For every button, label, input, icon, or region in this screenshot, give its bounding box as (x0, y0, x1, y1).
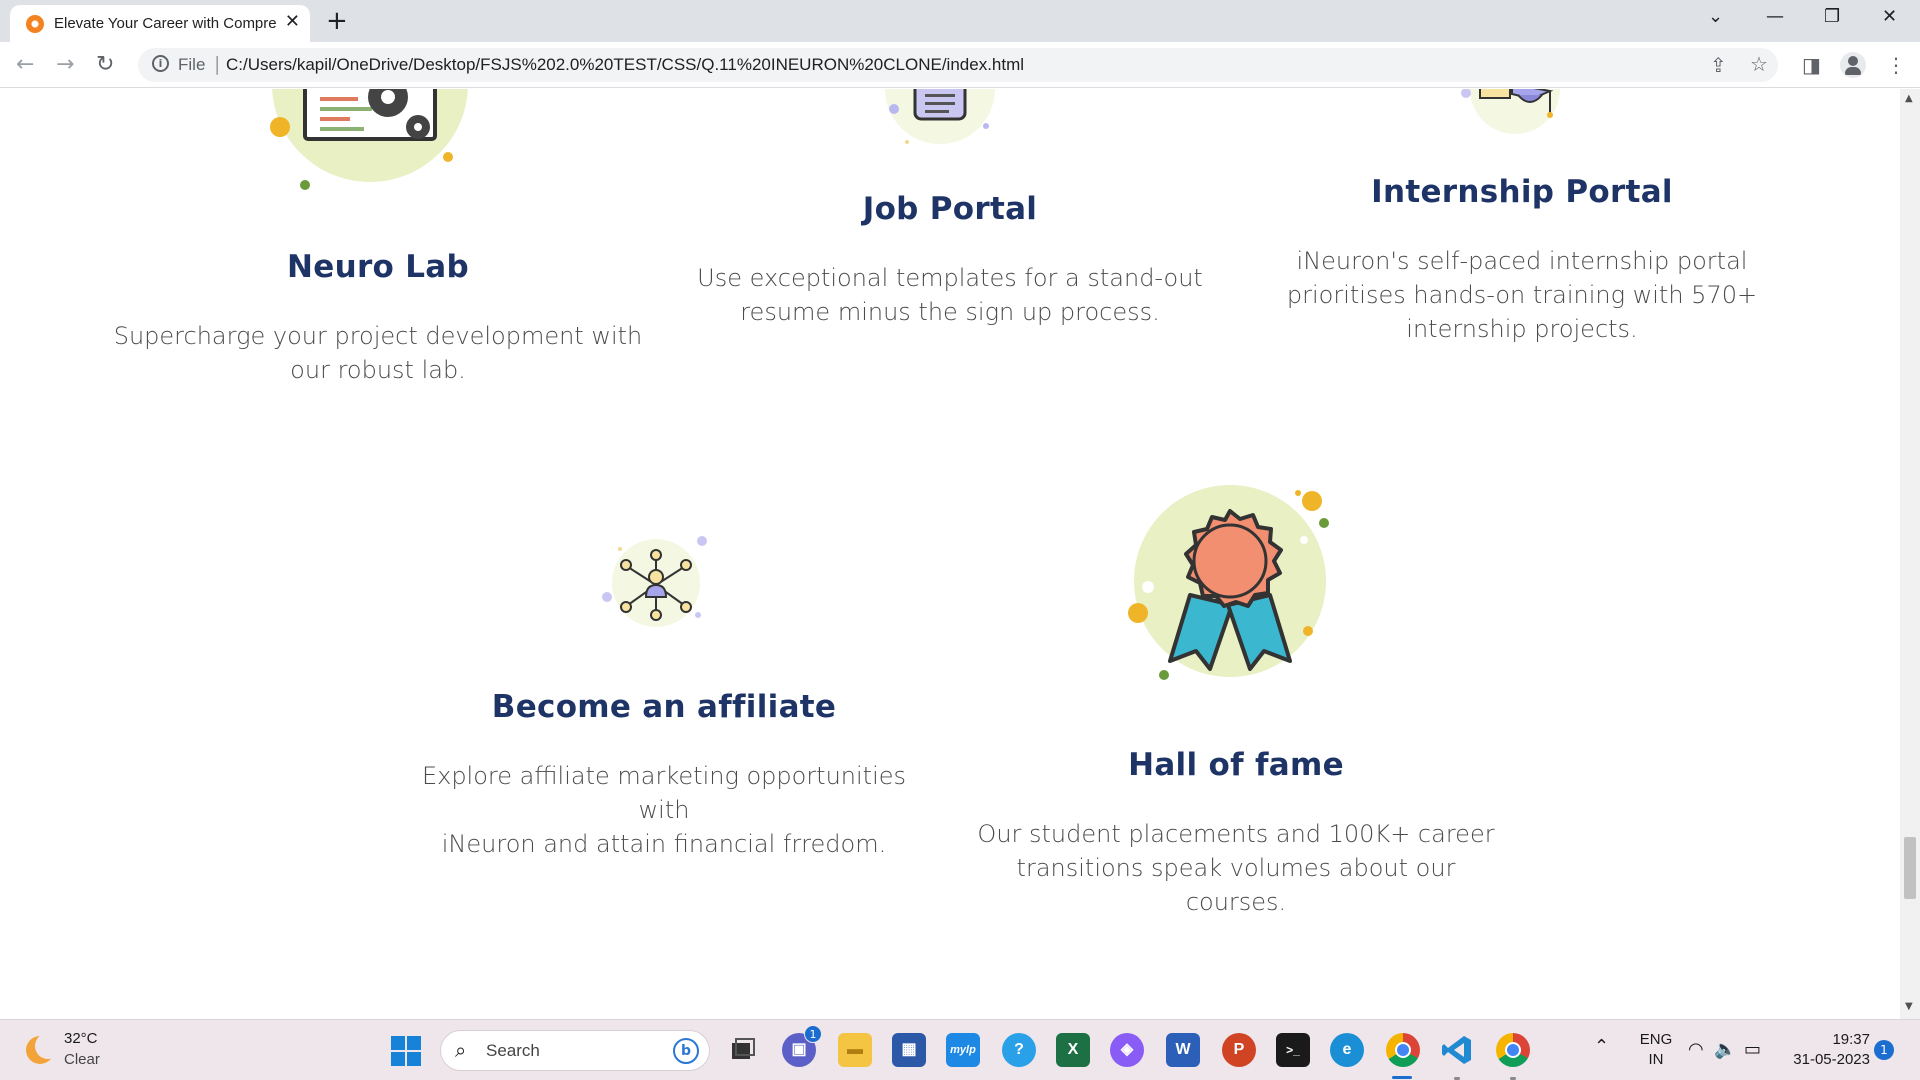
windows-taskbar: 32°C Clear ⌕ Search b ▣ 1 ▬ ▦ mylp ? X ◈… (0, 1019, 1920, 1080)
edge-icon[interactable]: e (1330, 1033, 1364, 1067)
search-placeholder: Search (486, 1041, 540, 1060)
weather-condition: Clear (64, 1051, 100, 1068)
close-window-icon[interactable]: ✕ (1882, 6, 1897, 27)
site-info-icon[interactable]: i (152, 55, 169, 72)
browser-toolbar: ← → ↻ i File | C:/Users/kapil/OneDrive/D… (0, 42, 1920, 88)
bing-icon[interactable]: b (673, 1038, 699, 1064)
side-panel-icon[interactable]: ◨ (1802, 53, 1821, 77)
powerpoint-icon[interactable]: P (1222, 1033, 1256, 1067)
url-scheme: File (178, 55, 206, 74)
share-icon[interactable]: ⇪ (1710, 53, 1727, 77)
neuro-lab-desc-line2: our robust lab. (290, 356, 466, 384)
moon-weather-icon (26, 1033, 61, 1064)
neuro-lab-desc-line1: Supercharge your project development wit… (113, 322, 643, 350)
weather-temperature: 32°C (64, 1030, 98, 1047)
hall-of-fame-title: Hall of fame (1128, 747, 1344, 783)
notification-count-badge[interactable]: 1 (1874, 1040, 1894, 1060)
support-assistant-icon[interactable]: ? (1002, 1033, 1036, 1067)
clock-date[interactable]: 31-05-2023 (1780, 1051, 1870, 1068)
affiliate-desc-line2: iNeuron and attain financial frredom. (441, 830, 887, 858)
internship-portal-illustration (1461, 89, 1560, 134)
minimize-icon[interactable]: — (1766, 6, 1784, 27)
hall-of-fame-card: Hall of fame Our student placements and … (966, 747, 1506, 919)
search-icon: ⌕ (455, 1038, 467, 1062)
reload-icon[interactable]: ↻ (96, 52, 114, 77)
browser-tab[interactable]: Elevate Your Career with Compre ✕ (10, 5, 310, 42)
copilot-icon[interactable]: ◈ (1110, 1033, 1144, 1067)
taskbar-search-box[interactable]: ⌕ Search b (440, 1030, 710, 1071)
close-tab-icon[interactable]: ✕ (285, 11, 300, 32)
affiliate-desc-line1: Explore affiliate marketing opportunitie… (421, 762, 907, 824)
internship-portal-title: Internship Portal (1371, 174, 1673, 210)
internship-portal-card: Internship Portal iNeuron's self-paced i… (1252, 174, 1792, 346)
browser-tab-bar: Elevate Your Career with Compre ✕ + ⌄ — … (0, 0, 1920, 42)
hall-of-fame-desc-line1: Our student placements and 100K+ career (977, 820, 1495, 848)
task-view-icon[interactable] (726, 1033, 760, 1067)
scrollbar-thumb[interactable] (1904, 837, 1916, 899)
internship-portal-desc-line3: internship projects. (1406, 315, 1638, 343)
scroll-up-arrow-icon[interactable]: ▲ (1905, 93, 1913, 104)
vscode-icon[interactable] (1440, 1033, 1474, 1067)
wifi-icon[interactable]: ◠ (1688, 1039, 1704, 1060)
profile-avatar-icon[interactable] (1840, 52, 1866, 78)
volume-icon[interactable]: 🔈 (1714, 1039, 1736, 1060)
microsoft-store-icon[interactable]: ▦ (892, 1033, 926, 1067)
word-icon[interactable]: W (1166, 1033, 1200, 1067)
forward-icon[interactable]: → (56, 52, 74, 77)
chrome-active-indicator (1392, 1076, 1412, 1079)
affiliate-title: Become an affiliate (491, 689, 837, 725)
neuro-lab-card: Neuro Lab Supercharge your project devel… (108, 249, 648, 387)
scroll-down-arrow-icon[interactable]: ▼ (1905, 1001, 1913, 1012)
back-icon[interactable]: ← (16, 52, 34, 77)
job-portal-desc-line1: Use exceptional templates for a stand-ou… (697, 264, 1203, 292)
tab-search-chevron-icon[interactable]: ⌄ (1708, 6, 1723, 27)
tab-title: Elevate Your Career with Compre (54, 15, 277, 32)
address-bar[interactable]: i File | C:/Users/kapil/OneDrive/Desktop… (138, 48, 1778, 82)
chrome-icon-active[interactable] (1386, 1033, 1420, 1067)
excel-icon[interactable]: X (1056, 1033, 1090, 1067)
hall-of-fame-desc-line2: transitions speak volumes about our cour… (1016, 854, 1456, 916)
battery-icon[interactable]: ▭ (1744, 1039, 1761, 1060)
windows-start-icon[interactable] (391, 1036, 421, 1066)
restore-icon[interactable]: ❐ (1824, 6, 1840, 27)
chrome-profile-icon[interactable] (1496, 1033, 1530, 1067)
job-portal-title: Job Portal (862, 191, 1038, 227)
url-text[interactable]: C:/Users/kapil/OneDrive/Desktop/FSJS%202… (226, 55, 1024, 75)
language-indicator-line2[interactable]: IN (1636, 1051, 1676, 1068)
internship-portal-desc-line1: iNeuron's self-paced internship portal (1296, 247, 1748, 275)
job-portal-card: Job Portal Use exceptional templates for… (680, 191, 1220, 329)
url-separator: | (214, 53, 221, 75)
affiliate-network-illustration (602, 536, 707, 627)
teams-badge: 1 (804, 1025, 822, 1043)
language-indicator-line1[interactable]: ENG (1636, 1031, 1676, 1048)
bookmark-star-icon[interactable]: ☆ (1750, 52, 1768, 76)
show-hidden-icons-chevron[interactable]: ⌃ (1594, 1036, 1609, 1057)
job-portal-desc-line2: resume minus the sign up process. (740, 298, 1160, 326)
terminal-icon[interactable]: >_ (1276, 1033, 1310, 1067)
neuro-lab-illustration (270, 89, 468, 190)
internship-portal-desc-line2: prioritises hands-on training with 570+ (1286, 281, 1758, 309)
file-explorer-icon[interactable]: ▬ (838, 1033, 872, 1067)
teams-chat-icon[interactable]: ▣ 1 (782, 1025, 822, 1067)
mylp-app-icon[interactable]: mylp (946, 1033, 980, 1067)
affiliate-card: Become an affiliate Explore affiliate ma… (394, 689, 934, 861)
clock-time[interactable]: 19:37 (1780, 1031, 1870, 1048)
page-scrollbar[interactable]: ▲ ▼ (1900, 89, 1920, 1019)
menu-kebab-icon[interactable]: ⋮ (1886, 53, 1906, 77)
hall-of-fame-rosette-illustration (1128, 485, 1329, 680)
ineuron-favicon-icon (26, 15, 44, 33)
new-tab-button[interactable]: + (326, 6, 348, 36)
job-portal-illustration (885, 89, 995, 144)
page-content: Neuro Lab Supercharge your project devel… (0, 89, 1900, 1019)
neuro-lab-title: Neuro Lab (287, 249, 469, 285)
